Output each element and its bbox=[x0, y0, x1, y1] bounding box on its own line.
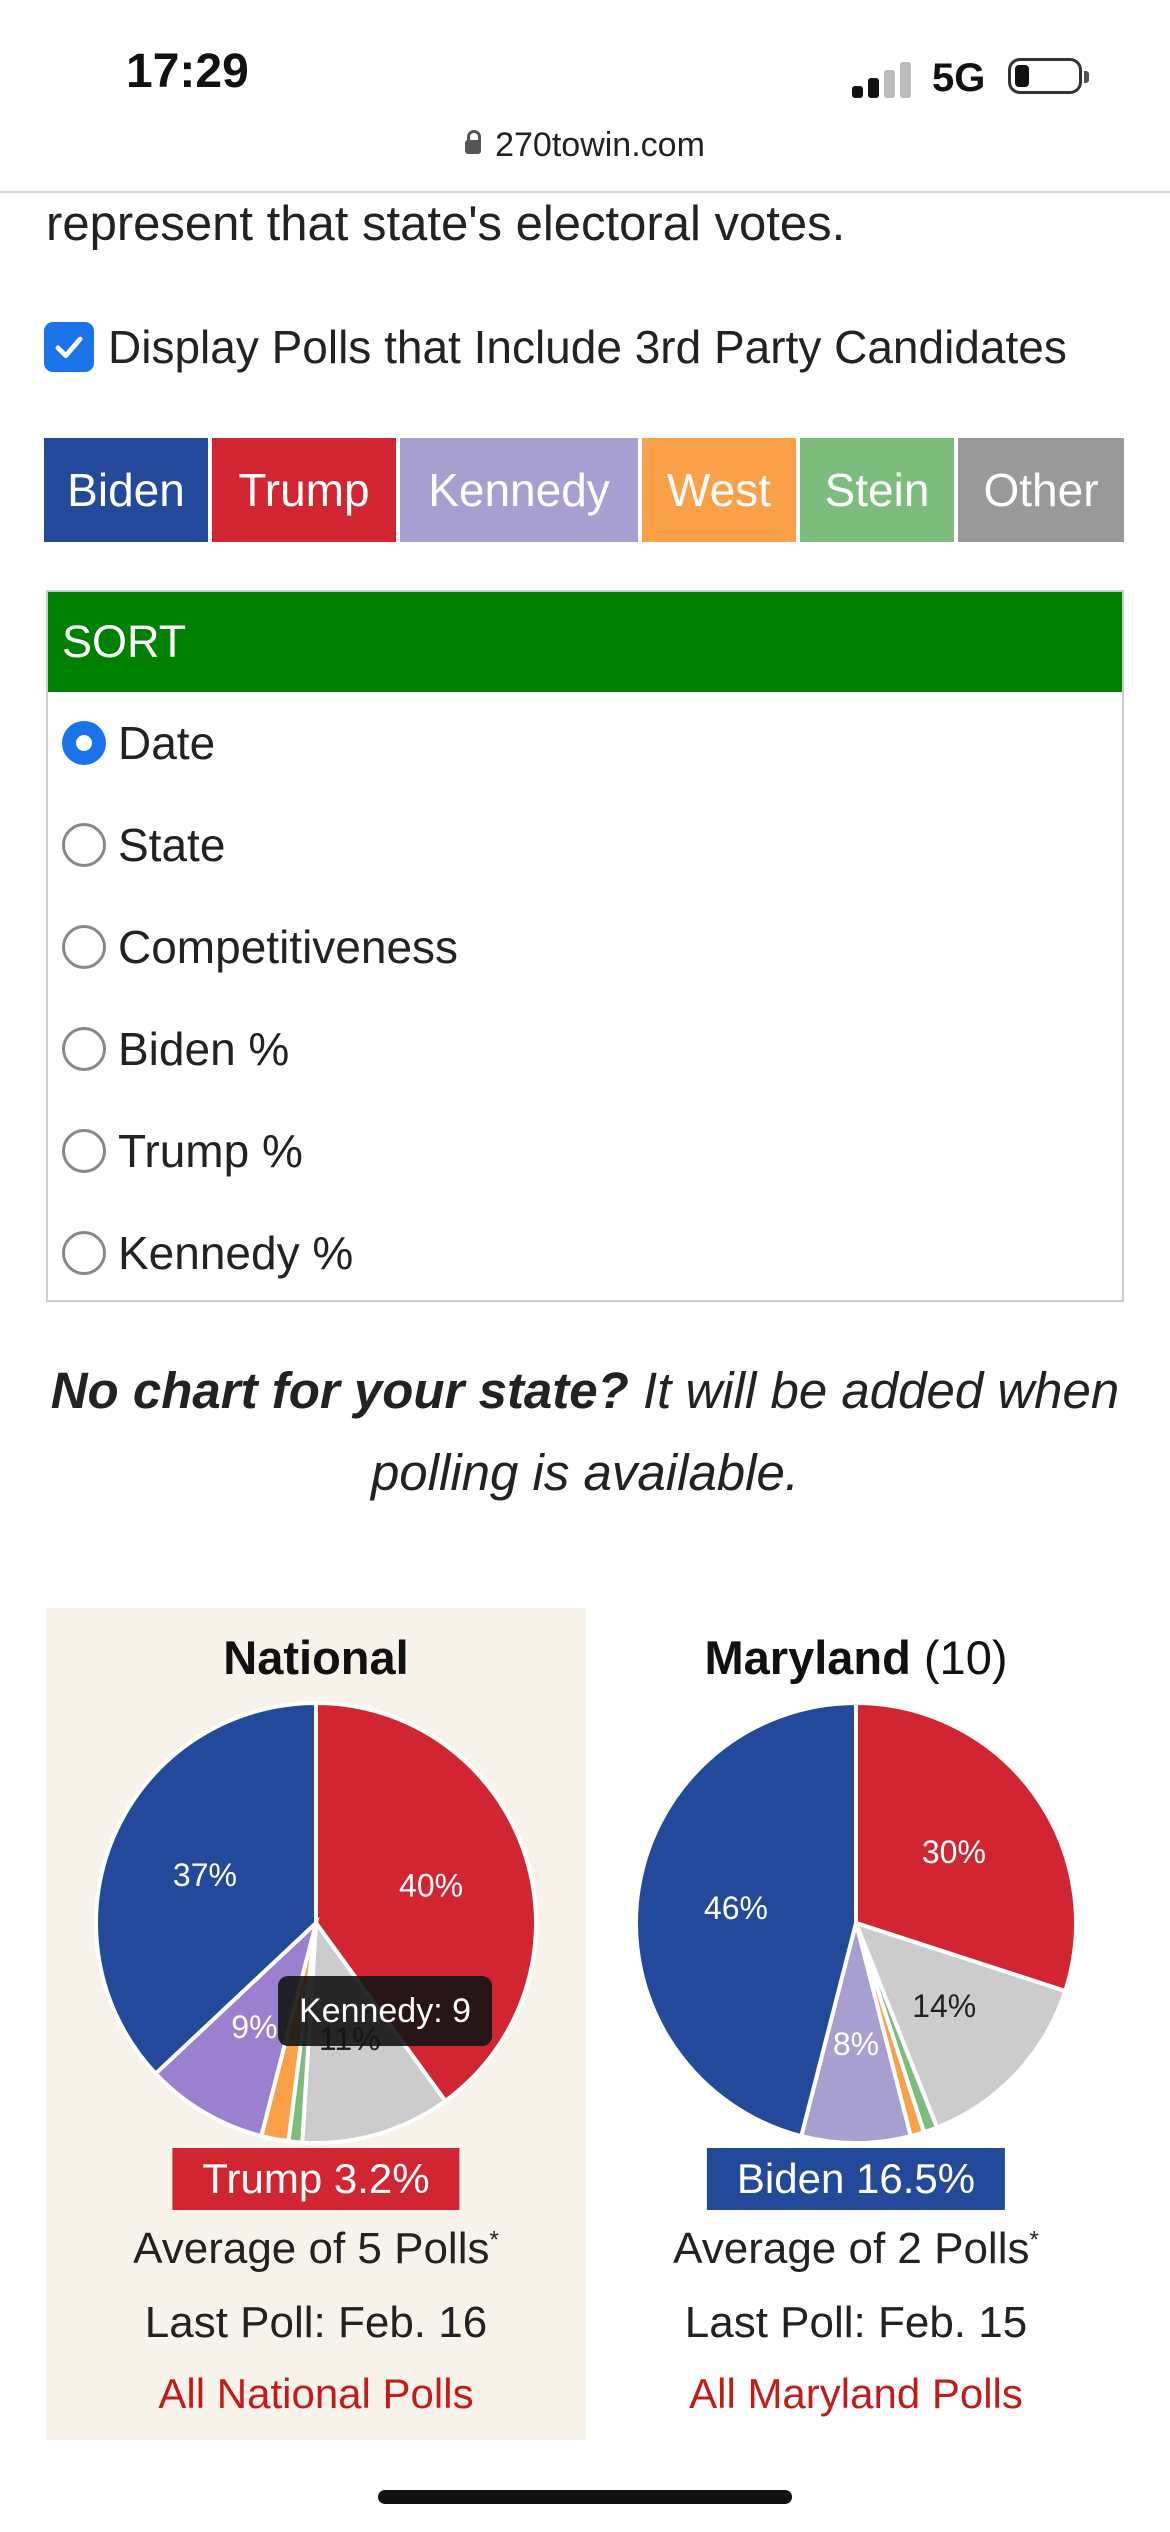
last-poll-text: Last Poll: Feb. 16 bbox=[144, 2298, 488, 2347]
average-text: Average of 2 Polls* bbox=[673, 2224, 1039, 2273]
status-bar: 17:29 5G bbox=[0, 0, 1170, 120]
radio-icon[interactable] bbox=[62, 823, 106, 867]
checkmark-icon bbox=[55, 336, 83, 359]
third-party-checkbox[interactable] bbox=[44, 322, 94, 372]
home-indicator[interactable] bbox=[378, 2490, 792, 2504]
card-title: Maryland (10) bbox=[704, 1631, 1008, 1684]
last-poll-text: Last Poll: Feb. 15 bbox=[684, 2298, 1028, 2347]
candidate-legend: Biden Trump Kennedy West Stein Other bbox=[44, 438, 1124, 542]
chart-tooltip: Kennedy: 9 bbox=[278, 1976, 492, 2046]
national-pie-chart[interactable]: 40%11%9%37% bbox=[91, 1698, 541, 2148]
legend-trump: Trump bbox=[212, 438, 400, 542]
url-text: 270towin.com bbox=[495, 126, 705, 164]
sort-option-competitiveness[interactable]: Competitiveness bbox=[48, 896, 1122, 998]
note-bold: No chart for your state? bbox=[50, 1362, 629, 1419]
third-party-toggle[interactable]: Display Polls that Include 3rd Party Can… bbox=[44, 320, 1067, 374]
legend-kennedy: Kennedy bbox=[400, 438, 642, 542]
sort-option-label: Date bbox=[118, 717, 216, 769]
sort-option-trump[interactable]: Trump % bbox=[48, 1100, 1122, 1202]
radio-icon[interactable] bbox=[62, 1129, 106, 1173]
pie-label-trump: 40% bbox=[399, 1868, 463, 1904]
pie-label-trump: 30% bbox=[922, 1834, 986, 1870]
sort-option-biden[interactable]: Biden % bbox=[48, 998, 1122, 1100]
radio-selected-icon[interactable] bbox=[62, 721, 106, 765]
sort-option-date[interactable]: Date bbox=[48, 692, 1122, 794]
sort-panel: SORT Date State Competitiveness Biden % … bbox=[46, 590, 1124, 1302]
all-national-polls-link[interactable]: All National Polls bbox=[46, 2370, 586, 2418]
sort-header: SORT bbox=[48, 592, 1122, 692]
legend-other: Other bbox=[958, 438, 1124, 542]
pie-label-biden: 46% bbox=[704, 1890, 768, 1926]
intro-text: represent that state's electoral votes. bbox=[46, 197, 846, 251]
legend-stein: Stein bbox=[800, 438, 958, 542]
margin-badge: Biden 16.5% bbox=[706, 2148, 1006, 2210]
sort-option-label: Biden % bbox=[118, 1023, 290, 1075]
signal-strength-icon bbox=[852, 62, 914, 98]
lock-icon bbox=[465, 130, 482, 154]
average-text: Average of 5 Polls* bbox=[133, 2224, 499, 2273]
legend-west: West bbox=[642, 438, 800, 542]
no-chart-note: No chart for your state? It will be adde… bbox=[46, 1350, 1124, 1514]
sort-option-label: State bbox=[118, 819, 226, 871]
maryland-pie-chart[interactable]: 30% 14% 8% 46% bbox=[631, 1698, 1081, 2148]
pie-label-kennedy: 9% bbox=[231, 2009, 277, 2045]
radio-icon[interactable] bbox=[62, 925, 106, 969]
third-party-checkbox-label: Display Polls that Include 3rd Party Can… bbox=[108, 321, 1067, 373]
all-maryland-polls-link[interactable]: All Maryland Polls bbox=[586, 2370, 1126, 2418]
sort-option-label: Competitiveness bbox=[118, 921, 459, 973]
maryland-card: Maryland (10) 30% 14% 8% 46% Biden 16.5% Av… bbox=[586, 1608, 1126, 2440]
sort-option-label: Kennedy % bbox=[118, 1227, 354, 1279]
toolbar-divider bbox=[0, 191, 1170, 193]
sort-option-kennedy[interactable]: Kennedy % bbox=[48, 1202, 1122, 1304]
sort-option-state[interactable]: State bbox=[48, 794, 1122, 896]
status-time: 17:29 bbox=[126, 45, 249, 98]
card-title: National bbox=[223, 1631, 409, 1684]
network-type: 5G bbox=[932, 56, 986, 100]
pie-label-biden: 37% bbox=[173, 1857, 237, 1893]
radio-icon[interactable] bbox=[62, 1231, 106, 1275]
pie-label-other: 14% bbox=[912, 1988, 976, 2024]
address-bar[interactable]: 270towin.com bbox=[0, 126, 1170, 165]
sort-option-label: Trump % bbox=[118, 1125, 303, 1177]
margin-badge: Trump 3.2% bbox=[172, 2148, 460, 2210]
battery-icon bbox=[1008, 58, 1089, 94]
pie-label-kennedy: 8% bbox=[833, 2026, 879, 2062]
legend-biden: Biden bbox=[44, 438, 212, 542]
radio-icon[interactable] bbox=[62, 1027, 106, 1071]
national-card: National 40%11%9%37% Kennedy: 9 Trump 3.… bbox=[46, 1608, 586, 2440]
